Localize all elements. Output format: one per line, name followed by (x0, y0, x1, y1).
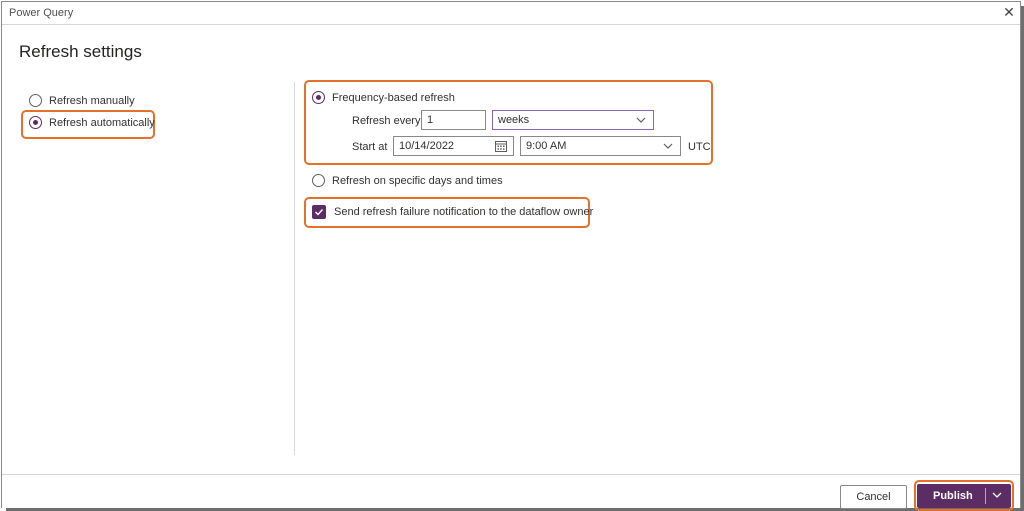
notification-option[interactable]: Send refresh failure notification to the… (312, 205, 593, 219)
checkmark-icon (315, 209, 324, 216)
frequency-based-radio[interactable] (312, 91, 325, 104)
timezone-label: UTC (688, 141, 711, 153)
refresh-every-label: Refresh every (352, 115, 421, 127)
refresh-manually-option[interactable]: Refresh manually (29, 94, 135, 107)
notification-label: Send refresh failure notification to the… (334, 206, 594, 218)
start-date-picker[interactable]: 10/14/2022 (393, 136, 514, 156)
refresh-unit-dropdown[interactable]: weeks (492, 110, 654, 130)
refresh-automatically-option[interactable]: Refresh automatically (29, 116, 155, 129)
title-bar: Power Query ✕ (2, 2, 1020, 25)
app-title: Power Query (9, 7, 74, 19)
refresh-manually-label: Refresh manually (49, 94, 135, 107)
publish-button[interactable]: Publish (917, 484, 1011, 508)
refresh-automatically-radio[interactable] (29, 116, 42, 129)
publish-split-divider (985, 488, 986, 504)
notification-checkbox[interactable] (312, 205, 326, 219)
publish-label: Publish (933, 490, 973, 502)
start-time-dropdown[interactable]: 9:00 AM (520, 136, 681, 156)
refresh-unit-value: weeks (498, 114, 530, 126)
refresh-automatically-label: Refresh automatically (49, 116, 155, 129)
specific-days-option[interactable]: Refresh on specific days and times (312, 174, 503, 187)
specific-days-radio[interactable] (312, 174, 325, 187)
close-icon[interactable]: ✕ (1002, 5, 1016, 19)
dialog-footer: Cancel Publish (2, 474, 1020, 511)
specific-days-label: Refresh on specific days and times (332, 174, 503, 187)
dialog-window: Power Query ✕ Refresh settings Refresh m… (1, 1, 1021, 511)
start-date-value: 10/14/2022 (399, 140, 455, 152)
page-title: Refresh settings (19, 42, 142, 61)
frequency-based-option[interactable]: Frequency-based refresh (312, 91, 455, 104)
refresh-every-input[interactable]: 1 (421, 110, 486, 130)
calendar-icon[interactable] (495, 140, 507, 152)
chevron-down-icon[interactable] (991, 489, 1003, 501)
chevron-down-icon (663, 143, 673, 149)
start-time-value: 9:00 AM (526, 140, 567, 152)
vertical-divider (294, 82, 295, 455)
cancel-button[interactable]: Cancel (840, 485, 907, 509)
start-at-label: Start at (352, 141, 388, 153)
refresh-manually-radio[interactable] (29, 94, 42, 107)
chevron-down-icon (636, 117, 646, 123)
refresh-every-value: 1 (427, 114, 434, 126)
frequency-based-label: Frequency-based refresh (332, 91, 455, 104)
